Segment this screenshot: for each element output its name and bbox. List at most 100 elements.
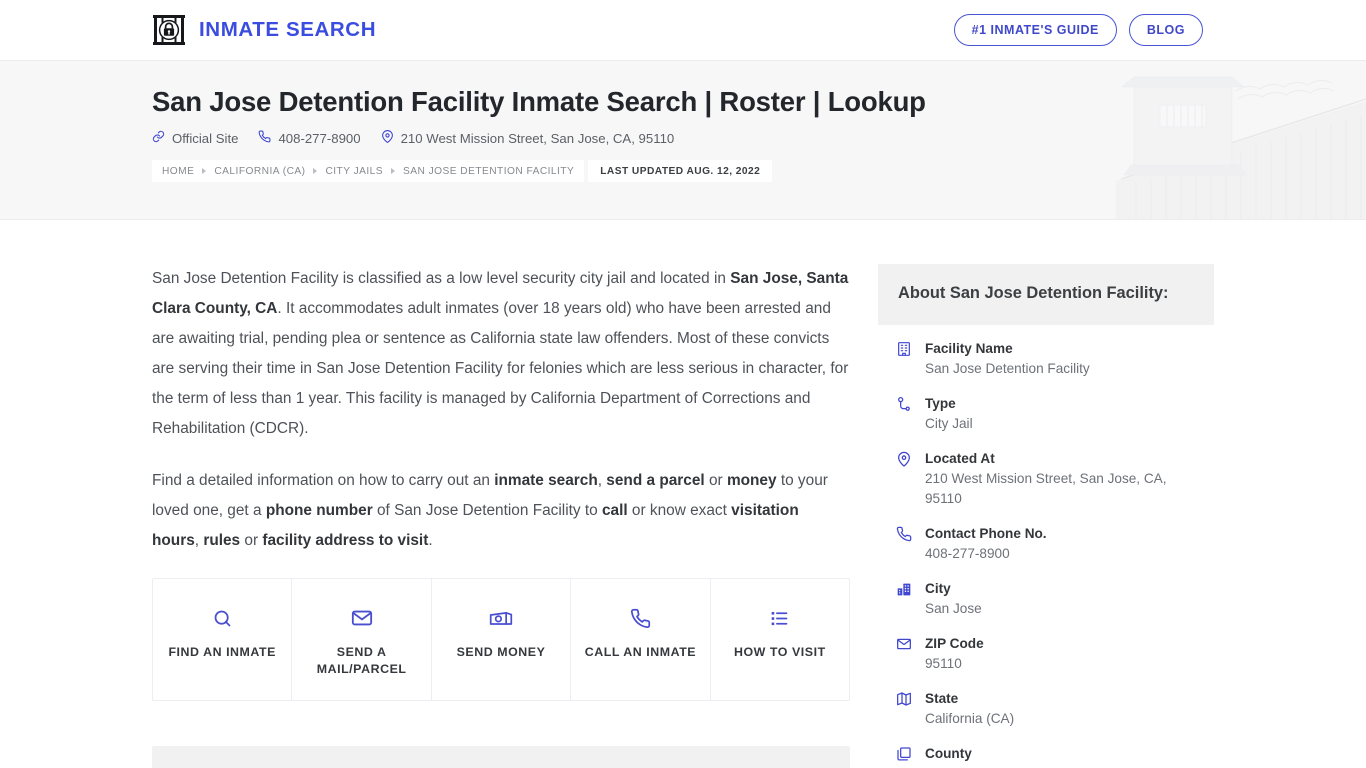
call-an-inmate-card[interactable]: CALL AN INMATE bbox=[571, 579, 711, 700]
info-item-city: City San Jose bbox=[896, 579, 1194, 619]
paragraph2-bold1: inmate search bbox=[494, 472, 598, 489]
info-value: 210 West Mission Street, San Jose, CA, 9… bbox=[925, 471, 1167, 506]
info-label: City bbox=[925, 581, 951, 596]
info-label: County bbox=[925, 746, 972, 761]
breadcrumb-item-current: SAN JOSE DETENTION FACILITY bbox=[403, 165, 575, 177]
breadcrumb: HOME CALIFORNIA (CA) CITY JAILS SAN JOSE… bbox=[152, 160, 773, 183]
chevron-right-icon bbox=[313, 168, 318, 175]
inmates-guide-button[interactable]: #1 INMATE'S GUIDE bbox=[953, 14, 1117, 46]
info-value: San Jose Detention Facility bbox=[925, 361, 1090, 376]
blog-button[interactable]: BLOG bbox=[1128, 14, 1203, 46]
send-a-mail-parcel-label: SEND A MAIL/PARCEL bbox=[316, 645, 407, 676]
info-item-zip-code: ZIP Code 95110 bbox=[896, 634, 1194, 674]
about-sidebar: About San Jose Detention Facility: Facil… bbox=[878, 264, 1214, 768]
site-header: INMATE SEARCH #1 INMATE'S GUIDE BLOG bbox=[0, 0, 1366, 61]
envelope-icon bbox=[298, 605, 424, 631]
official-site-label: Official Site bbox=[172, 130, 239, 146]
brand-name: INMATE SEARCH bbox=[199, 18, 377, 41]
find-an-inmate-card[interactable]: FIND AN INMATE bbox=[153, 579, 293, 700]
building-icon bbox=[896, 339, 913, 379]
layers-icon bbox=[896, 744, 913, 768]
main-content: San Jose Detention Facility is classifie… bbox=[152, 264, 850, 768]
paragraph2-part6: or know exact bbox=[627, 502, 732, 519]
info-item-type: Type City Jail bbox=[896, 394, 1194, 434]
secondary-paragraph: Find a detailed information on how to ca… bbox=[152, 466, 850, 556]
info-label: Located At bbox=[925, 451, 995, 466]
paragraph2-bold8: facility address to visit bbox=[262, 532, 429, 549]
money-icon bbox=[438, 605, 564, 631]
last-updated-badge: LAST UPDATED AUG. 12, 2022 bbox=[584, 160, 772, 183]
hero-address-label: 210 West Mission Street, San Jose, CA, 9… bbox=[400, 130, 675, 146]
paragraph2-part1: Find a detailed information on how to ca… bbox=[152, 472, 495, 489]
paragraph2-bold2: send a parcel bbox=[606, 472, 705, 489]
type-branch-icon bbox=[896, 394, 913, 434]
send-money-label: SEND MONEY bbox=[456, 645, 546, 659]
facility-info-list: Facility Name San Jose Detention Facilit… bbox=[878, 325, 1214, 768]
official-site-link[interactable]: Official Site bbox=[152, 130, 238, 146]
map-pin-icon bbox=[896, 449, 913, 509]
breadcrumb-item-california[interactable]: CALIFORNIA (CA) bbox=[214, 166, 305, 177]
paragraph2-part2: , bbox=[597, 472, 607, 489]
send-money-card[interactable]: SEND MONEY bbox=[432, 579, 572, 700]
hero-phone-label: 408-277-8900 bbox=[278, 130, 361, 146]
info-value: San Jose bbox=[925, 601, 982, 616]
page-title: San Jose Detention Facility Inmate Searc… bbox=[152, 86, 926, 117]
paragraph2-bold7: rules bbox=[203, 532, 241, 549]
paragraph2-bold4: phone number bbox=[265, 502, 373, 519]
paragraph2-bold3: money bbox=[726, 472, 777, 489]
info-label: Contact Phone No. bbox=[925, 526, 1047, 541]
info-item-county: County Santa Clara County bbox=[896, 744, 1194, 768]
paragraph2-part3: or bbox=[704, 472, 727, 489]
paragraph2-part5: of San Jose Detention Facility to bbox=[372, 502, 602, 519]
phone-icon bbox=[577, 605, 703, 631]
quick-action-grid: FIND AN INMATE SEND A MAIL/PARCEL SEND M… bbox=[152, 578, 850, 701]
jail-lock-icon bbox=[152, 14, 186, 46]
info-label: ZIP Code bbox=[925, 636, 984, 651]
table-header-stub bbox=[152, 746, 850, 768]
call-an-inmate-label: CALL AN INMATE bbox=[584, 645, 697, 659]
info-value: City Jail bbox=[925, 416, 973, 431]
city-buildings-icon bbox=[896, 579, 913, 619]
sidebar-title: About San Jose Detention Facility: bbox=[898, 284, 1169, 302]
how-to-visit-label: HOW TO VISIT bbox=[733, 645, 826, 659]
info-item-facility-name: Facility Name San Jose Detention Facilit… bbox=[896, 339, 1194, 379]
info-label: Type bbox=[925, 396, 956, 411]
chevron-right-icon bbox=[202, 168, 207, 175]
phone-icon bbox=[896, 524, 913, 564]
info-item-state: State California (CA) bbox=[896, 689, 1194, 729]
info-item-contact-phone: Contact Phone No. 408-277-8900 bbox=[896, 524, 1194, 564]
info-value: Santa Clara County bbox=[925, 764, 1044, 768]
paragraph1-part1: San Jose Detention Facility is classifie… bbox=[152, 270, 731, 287]
breadcrumb-item-city-jails[interactable]: CITY JAILS bbox=[325, 166, 383, 177]
phone-icon bbox=[258, 130, 271, 146]
map-pin-icon bbox=[381, 130, 394, 146]
info-value: 95110 bbox=[925, 656, 962, 671]
how-to-visit-card[interactable]: HOW TO VISIT bbox=[711, 579, 849, 700]
info-item-located-at: Located At 210 West Mission Street, San … bbox=[896, 449, 1194, 509]
envelope-icon bbox=[896, 634, 913, 674]
hero-meta-row: Official Site 408-277-8900 210 West Miss… bbox=[152, 130, 1366, 146]
paragraph2-part8: or bbox=[240, 532, 263, 549]
find-an-inmate-label: FIND AN INMATE bbox=[168, 645, 276, 659]
sidebar-header: About San Jose Detention Facility: bbox=[878, 264, 1214, 325]
brand-logo-link[interactable]: INMATE SEARCH bbox=[152, 14, 376, 46]
paragraph2-bold5: call bbox=[601, 502, 628, 519]
main-layout: San Jose Detention Facility is classifie… bbox=[0, 220, 1366, 768]
list-icon bbox=[717, 605, 843, 631]
info-label: State bbox=[925, 691, 959, 706]
info-value: 408-277-8900 bbox=[925, 546, 1010, 561]
hero-banner: San Jose Detention Facility Inmate Searc… bbox=[0, 61, 1366, 220]
breadcrumb-item-home[interactable]: HOME bbox=[162, 166, 194, 177]
map-icon bbox=[896, 689, 913, 729]
chevron-right-icon bbox=[391, 168, 396, 175]
send-a-mail-parcel-card[interactable]: SEND A MAIL/PARCEL bbox=[292, 579, 432, 700]
header-actions: #1 INMATE'S GUIDE BLOG bbox=[953, 14, 1203, 46]
paragraph2-part9: . bbox=[428, 532, 433, 549]
search-icon bbox=[159, 605, 285, 631]
info-label: Facility Name bbox=[925, 341, 1013, 356]
info-value: California (CA) bbox=[925, 711, 1015, 726]
hero-address: 210 West Mission Street, San Jose, CA, 9… bbox=[381, 130, 675, 146]
paragraph1-part2: . It accommodates adult inmates (over 18… bbox=[152, 300, 849, 437]
intro-paragraph: San Jose Detention Facility is classifie… bbox=[152, 264, 850, 444]
hero-phone[interactable]: 408-277-8900 bbox=[258, 130, 361, 146]
